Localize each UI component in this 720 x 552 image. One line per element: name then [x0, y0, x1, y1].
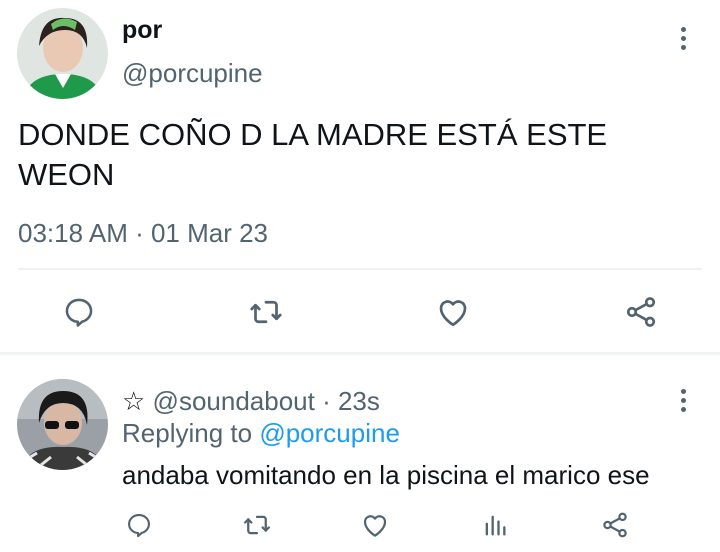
user-handle[interactable]: @porcupine	[122, 58, 263, 89]
tweet-timestamp[interactable]: 03:18 AM · 01 Mar 23	[18, 218, 268, 249]
analytics-icon[interactable]	[478, 508, 512, 542]
tweet-text-line: DONDE COÑO D LA MADRE ESTÁ ESTE	[18, 117, 608, 152]
more-options-icon[interactable]	[678, 27, 688, 50]
reply-icon[interactable]	[58, 292, 100, 332]
divider	[18, 268, 702, 270]
user-handle[interactable]: @soundabout	[153, 386, 315, 416]
tweet-text: DONDE COÑO D LA MADRE ESTÁ ESTE WEON	[18, 115, 607, 195]
replying-to-label: Replying to	[122, 418, 253, 448]
reply-header: ☆ @soundabout · 23s	[122, 386, 380, 417]
share-icon[interactable]	[598, 508, 632, 542]
avatar[interactable]	[17, 379, 108, 470]
like-icon[interactable]	[432, 292, 474, 332]
retweet-icon[interactable]	[240, 508, 274, 542]
like-icon[interactable]	[358, 508, 392, 542]
more-options-icon[interactable]	[678, 389, 688, 412]
display-name[interactable]: por	[122, 16, 162, 45]
tweet-text-line: WEON	[18, 157, 115, 192]
reply-time: · 23s	[322, 386, 380, 416]
reply-icon[interactable]	[122, 508, 156, 542]
avatar[interactable]	[17, 8, 108, 99]
replying-to: Replying to @porcupine	[122, 418, 400, 449]
replying-to-handle[interactable]: @porcupine	[259, 418, 400, 448]
retweet-icon[interactable]	[245, 292, 287, 332]
share-icon[interactable]	[620, 292, 662, 332]
star-icon: ☆	[122, 386, 146, 416]
reply-text: andaba vomitando en la piscina el marico…	[122, 460, 650, 490]
section-divider	[0, 352, 720, 355]
